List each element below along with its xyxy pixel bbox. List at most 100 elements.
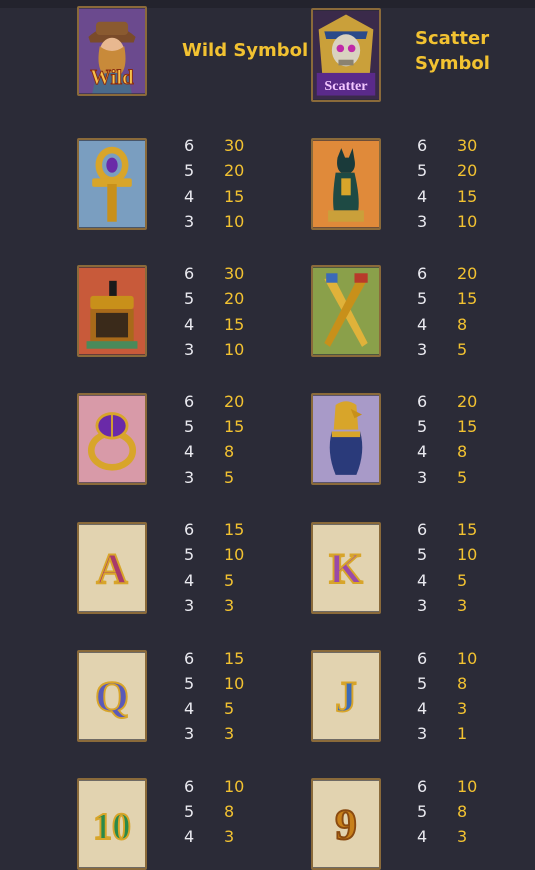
pay-row: 6 10 [417, 649, 527, 674]
treasure-chest-icon [79, 267, 145, 355]
pay-count: 3 [417, 212, 428, 231]
pay-value: 15 [224, 187, 245, 206]
wild-symbol-title: Wild Symbol [182, 40, 309, 61]
pay-row: 33 [184, 596, 294, 621]
pay-value: 8 [224, 802, 235, 821]
pay-value: 10 [457, 212, 478, 231]
pay-row: 45 [184, 699, 294, 724]
pay-count: 6 [184, 136, 195, 155]
pay-count: 4 [184, 827, 195, 846]
pay-count: 5 [417, 802, 428, 821]
pay-row: 5 20 [184, 161, 294, 186]
pay-row: 6 10 [184, 777, 294, 802]
pay-count: 5 [184, 161, 195, 180]
pay-value: 15 [457, 187, 478, 206]
pay-value: 15 [224, 417, 245, 436]
pay-count: 3 [184, 596, 195, 615]
symbol-tile-scarab-ring [77, 393, 147, 485]
pay-count: 4 [417, 571, 428, 590]
pay-count: 6 [417, 649, 428, 668]
pay-row: 33 [184, 724, 294, 749]
pay-row: 3 10 [417, 212, 527, 237]
pay-row: 35 [417, 468, 527, 493]
pay-count: 4 [417, 699, 428, 718]
pay-value: 20 [224, 392, 245, 411]
scatter-title-line-2: Symbol [415, 53, 490, 74]
pay-value: 10 [224, 674, 245, 693]
pay-value: 8 [457, 674, 468, 693]
letter-k-text: K [329, 545, 363, 593]
pay-count: 5 [417, 289, 428, 308]
pay-count: 6 [184, 649, 195, 668]
letter-j-icon: J [313, 652, 379, 740]
scatter-title-line-1: Scatter [415, 28, 490, 49]
pay-count: 4 [184, 187, 195, 206]
pay-value: 3 [457, 827, 468, 846]
canopic-jar-icon [313, 395, 379, 483]
pay-count: 5 [184, 289, 195, 308]
scatter-symbol-tile: Scatter [311, 8, 381, 102]
letter-q-icon: Q [79, 652, 145, 740]
pay-row: 6 10 [417, 777, 527, 802]
pay-row: 33 [417, 596, 527, 621]
pay-row: 5 15 [417, 289, 527, 314]
pay-row: 6 30 [417, 136, 527, 161]
pay-count: 3 [417, 596, 428, 615]
pay-count: 5 [184, 545, 195, 564]
pay-row: 43 [417, 699, 527, 724]
pay-value: 3 [224, 827, 235, 846]
wild-badge-text: Wild [90, 67, 134, 89]
pay-row: 35 [184, 468, 294, 493]
number-10-icon: 10 [79, 780, 145, 868]
symbol-tile-letter-q: Q [77, 650, 147, 742]
pay-value: 5 [224, 468, 235, 487]
pay-count: 4 [184, 571, 195, 590]
pay-count: 4 [184, 442, 195, 461]
pay-row: 6 30 [184, 264, 294, 289]
pay-value: 8 [457, 802, 468, 821]
letter-q-text: Q [95, 673, 129, 721]
pay-row: 45 [184, 571, 294, 596]
pay-count: 5 [417, 674, 428, 693]
pay-count: 5 [417, 417, 428, 436]
pay-row: 6 15 [184, 649, 294, 674]
pay-value: 5 [457, 340, 468, 359]
pay-count: 4 [184, 315, 195, 334]
pay-row: 6 20 [417, 264, 527, 289]
ankh-icon [79, 140, 145, 228]
pay-value: 3 [457, 596, 468, 615]
pay-row: 43 [417, 827, 527, 852]
letter-a-text: A [96, 545, 127, 593]
pay-value: 8 [457, 442, 468, 461]
pay-value: 10 [224, 340, 245, 359]
symbol-tile-number-9: 9 [311, 778, 381, 870]
pay-value: 10 [224, 212, 245, 231]
pay-count: 5 [417, 161, 428, 180]
pay-count: 5 [184, 674, 195, 693]
pay-value: 10 [224, 777, 245, 796]
number-9-icon: 9 [313, 780, 379, 868]
symbol-tile-treasure-chest [77, 265, 147, 357]
pay-row: 58 [417, 802, 527, 827]
symbol-tile-canopic-jar [311, 393, 381, 485]
pay-count: 6 [417, 392, 428, 411]
pay-row: 5 15 [417, 417, 527, 442]
pay-value: 15 [457, 417, 478, 436]
pay-value: 10 [457, 777, 478, 796]
pay-value: 20 [224, 161, 245, 180]
pay-count: 6 [417, 520, 428, 539]
pay-row: 48 [417, 315, 527, 340]
pay-row: 4 15 [184, 315, 294, 340]
scarab-ring-icon [79, 395, 145, 483]
pay-row: 35 [417, 340, 527, 365]
pay-row: 58 [184, 802, 294, 827]
symbol-tile-golden-daggers [311, 265, 381, 357]
pay-value: 10 [457, 545, 478, 564]
pay-value: 20 [224, 289, 245, 308]
pay-value: 10 [457, 649, 478, 668]
pay-count: 3 [417, 340, 428, 359]
pay-value: 8 [457, 315, 468, 334]
pay-count: 4 [184, 699, 195, 718]
letter-k-icon: K [313, 524, 379, 612]
pay-count: 6 [184, 520, 195, 539]
